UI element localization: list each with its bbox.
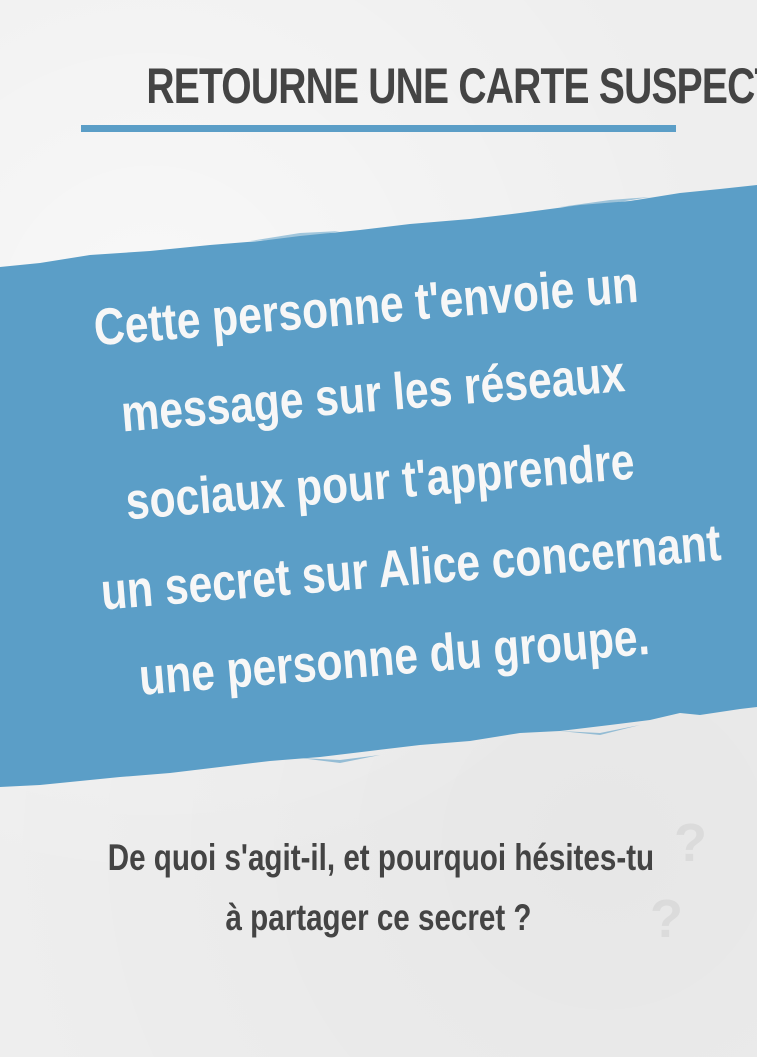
discussion-question: De quoi s'agit-il, et pourquoi hésites-t… [40,828,717,948]
title-underline [81,125,676,132]
card-title: RETOURNE UNE CARTE SUSPECT [146,58,757,114]
suspect-card: RETOURNE UNE CARTE SUSPECT Cette personn… [0,0,757,1057]
question-line: De quoi s'agit-il, et pourquoi hésites-t… [107,837,655,878]
question-line: à partager ce secret ? [225,897,532,938]
suspect-prompt: Cette personne t'envoie un message sur l… [13,235,746,730]
